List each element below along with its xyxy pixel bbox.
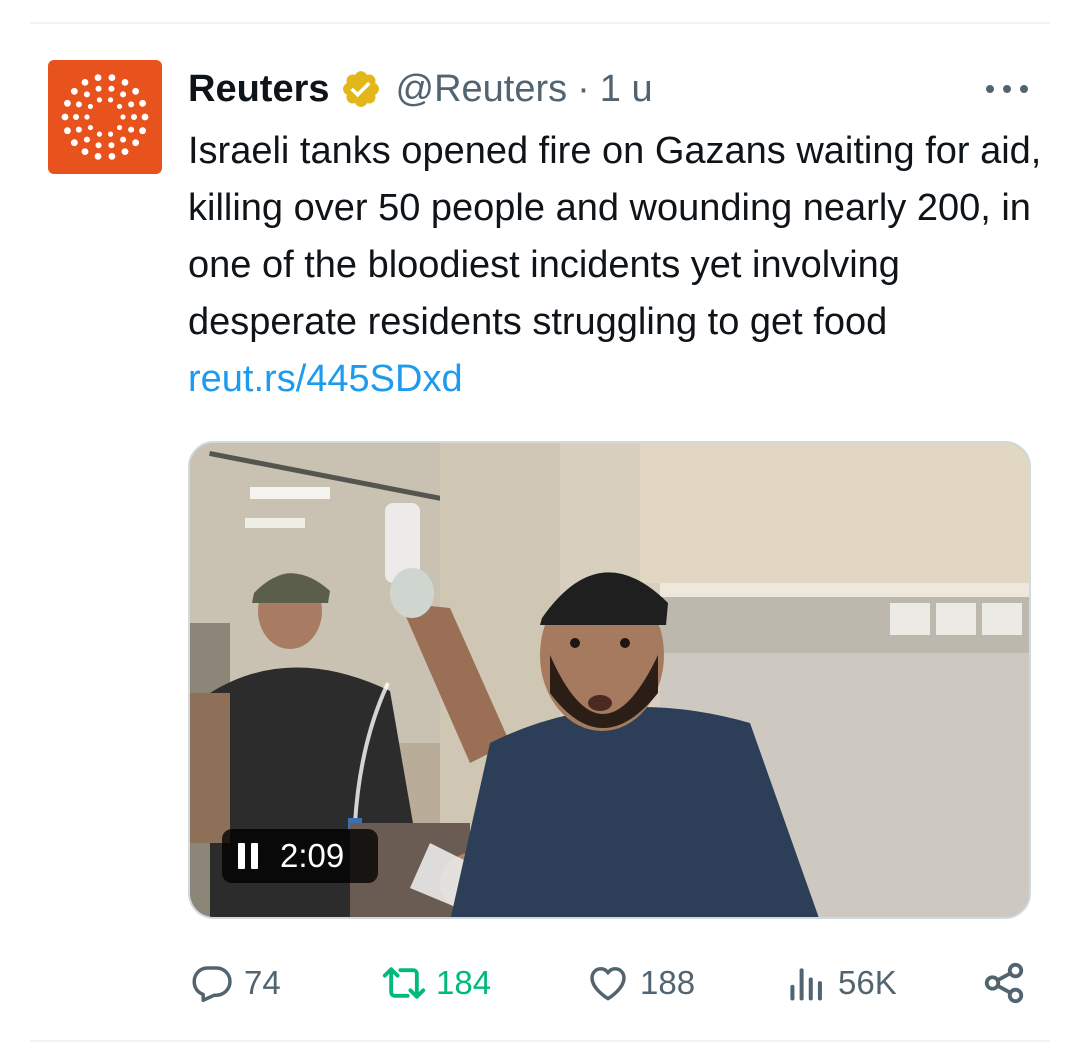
separator: · [577, 67, 590, 110]
logo-dot [108, 152, 116, 160]
retweet-button[interactable]: 184 [380, 955, 491, 1011]
tweet-header: Reuters @Reuters · 1 u [188, 64, 653, 114]
logo-dot [120, 114, 126, 120]
timestamp[interactable]: 1 u [600, 68, 653, 111]
logo-dot [87, 103, 94, 110]
logo-dot [108, 85, 115, 92]
reply-button[interactable]: 74 [188, 955, 281, 1011]
logo-dot [120, 136, 127, 143]
logo-dot [84, 114, 90, 120]
logo-dot [75, 101, 82, 108]
video-duration: 2:09 [280, 837, 345, 874]
logo-dot [116, 124, 123, 131]
logo-dot [131, 114, 137, 120]
logo-dot [108, 142, 115, 149]
logo-dot [132, 139, 140, 147]
top-divider [30, 22, 1050, 24]
author-handle[interactable]: @Reuters [396, 68, 568, 111]
views-icon [782, 959, 830, 1007]
logo-dot [128, 101, 135, 108]
logo-dot [95, 85, 102, 92]
logo-dot [120, 91, 127, 98]
logo-dot [128, 126, 135, 133]
pause-bar [251, 843, 258, 869]
tweet-text: Israeli tanks opened fire on Gazans wait… [188, 123, 1048, 408]
logo-dot [107, 97, 114, 103]
pause-bar [238, 843, 245, 869]
logo-dot [81, 78, 89, 86]
logo-dot [116, 103, 123, 110]
logo-dot [108, 74, 116, 82]
logo-dot [96, 97, 103, 103]
views-button[interactable]: 56K [782, 955, 897, 1011]
logo-dot [70, 139, 78, 147]
heart-icon [584, 959, 632, 1007]
logo-dot [132, 87, 140, 95]
logo-dot [94, 74, 102, 82]
logo-dot [70, 87, 78, 95]
like-count: 188 [640, 964, 696, 1001]
verified-badge-icon[interactable] [340, 68, 382, 110]
reply-count: 74 [244, 964, 281, 1001]
like-button[interactable]: 188 [584, 955, 695, 1011]
more-dot [986, 85, 994, 93]
logo-dot [61, 113, 69, 121]
logo-dot [94, 152, 102, 160]
logo-dot [75, 126, 82, 133]
logo-dot [141, 113, 149, 121]
avatar[interactable] [48, 60, 162, 174]
bottom-divider [30, 1040, 1050, 1042]
pause-icon[interactable] [238, 842, 258, 870]
logo-dot [83, 136, 90, 143]
share-icon [980, 959, 1028, 1007]
logo-dot [64, 127, 71, 135]
more-dot [1020, 85, 1028, 93]
logo-dot [121, 78, 129, 86]
tweet-body: Israeli tanks opened fire on Gazans wait… [188, 130, 1042, 343]
share-button[interactable] [980, 955, 1028, 1011]
more-dot [1003, 85, 1011, 93]
retweet-icon [380, 959, 428, 1007]
logo-dot [139, 99, 146, 107]
logo-dot [81, 148, 89, 156]
views-count: 56K [838, 964, 897, 1001]
reply-icon [188, 959, 236, 1007]
action-bar: 74 184 188 56K [0, 955, 1080, 1011]
logo-dot [121, 148, 129, 156]
logo-dot [107, 131, 114, 137]
logo-dot [83, 91, 90, 98]
author-name[interactable]: Reuters [188, 68, 330, 111]
logo-dot [87, 124, 94, 131]
logo-dot [96, 131, 103, 137]
logo-dot [64, 99, 71, 107]
logo-dot [73, 114, 79, 120]
video-timer[interactable]: 2:09 [222, 829, 378, 883]
more-options-icon[interactable] [982, 74, 1032, 104]
reuters-logo-icon [61, 74, 149, 160]
tweet-link[interactable]: reut.rs/445SDxd [188, 358, 463, 400]
logo-dot [139, 127, 146, 135]
logo-dot [95, 142, 102, 149]
retweet-count: 184 [436, 964, 492, 1001]
